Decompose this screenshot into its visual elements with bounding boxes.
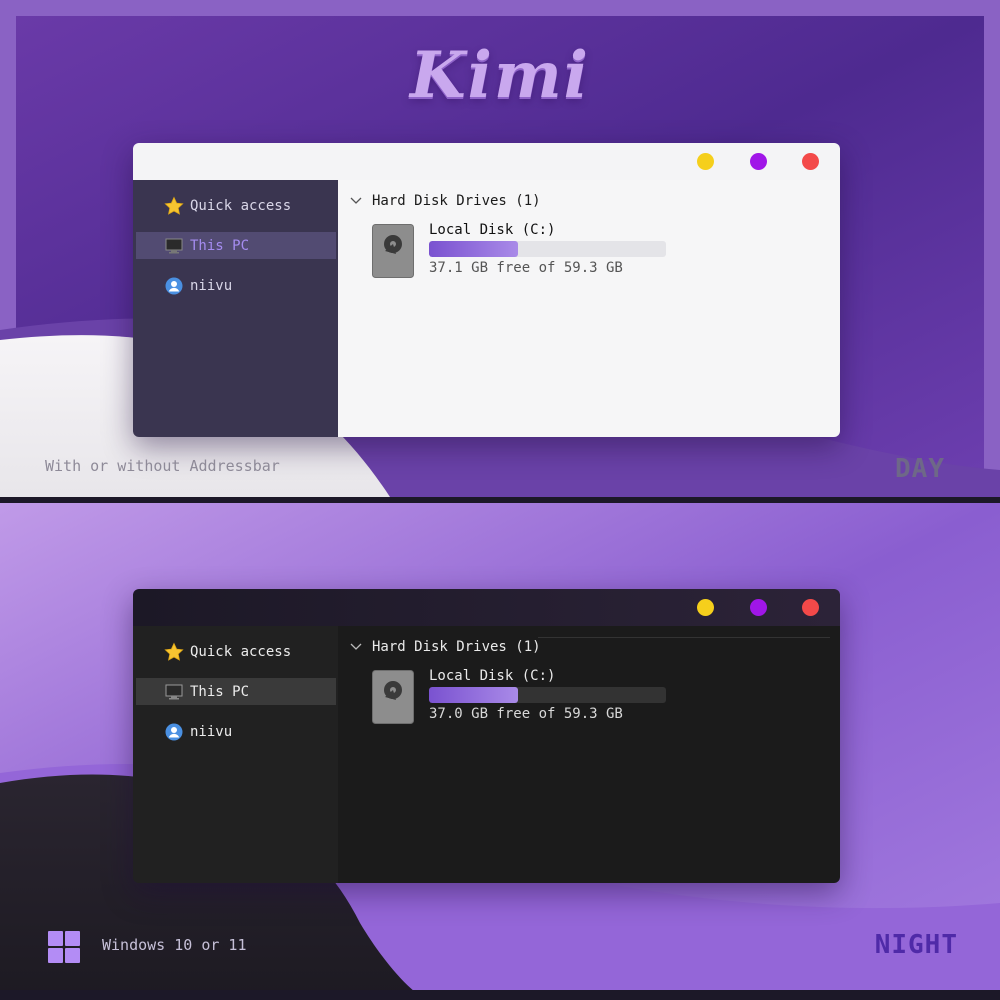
- user-icon: [164, 722, 184, 742]
- group-label: Hard Disk Drives (1): [372, 193, 541, 209]
- sidebar-item-quick-access[interactable]: Quick access: [136, 192, 336, 219]
- group-label: Hard Disk Drives (1): [372, 639, 541, 655]
- drive-name: Local Disk (C:): [429, 668, 556, 684]
- caption-text: With or without Addressbar: [45, 457, 280, 475]
- user-icon: [164, 276, 184, 296]
- night-preview-panel: Quick access This PC niivu Hard Disk Dri…: [0, 503, 1000, 1000]
- navigation-pane: Quick access This PC niivu: [133, 626, 338, 883]
- sidebar-item-label: Quick access: [190, 643, 292, 660]
- minimize-button[interactable]: [697, 153, 714, 170]
- explorer-window-night: Quick access This PC niivu Hard Disk Dri…: [133, 589, 840, 883]
- title-bar[interactable]: [133, 589, 840, 626]
- caption-text: Windows 10 or 11: [102, 936, 247, 954]
- drive-usage-bar: [429, 241, 666, 257]
- sidebar-item-user[interactable]: niivu: [136, 718, 336, 745]
- content-pane: Hard Disk Drives (1) Local Disk (C:) 37.…: [338, 626, 840, 883]
- close-button[interactable]: [802, 599, 819, 616]
- brand-logo-text: Kimi: [410, 38, 590, 113]
- sidebar-item-user[interactable]: niivu: [136, 272, 336, 299]
- drive-free-space: 37.1 GB free of 59.3 GB: [429, 260, 623, 276]
- maximize-button[interactable]: [750, 153, 767, 170]
- drive-name: Local Disk (C:): [429, 222, 556, 238]
- drive-usage-bar: [429, 687, 666, 703]
- chevron-down-icon: [350, 643, 364, 651]
- drive-usage-fill: [429, 241, 518, 257]
- drive-item-local-disk[interactable]: Local Disk (C:) 37.1 GB free of 59.3 GB: [372, 222, 672, 282]
- monitor-icon: [164, 236, 184, 256]
- sidebar-item-label: Quick access: [190, 197, 292, 214]
- close-button[interactable]: [802, 153, 819, 170]
- drive-group-header[interactable]: Hard Disk Drives (1): [350, 636, 830, 658]
- sidebar-item-label: This PC: [190, 237, 250, 254]
- windows-logo-icon: [48, 931, 80, 963]
- explorer-window-day: Quick access This PC niivu Hard Disk Dri…: [133, 143, 840, 437]
- star-icon: [164, 196, 184, 216]
- mode-label-day: DAY: [895, 454, 945, 484]
- content-pane: Hard Disk Drives (1) Local Disk (C:) 37.…: [338, 180, 840, 437]
- navigation-pane: Quick access This PC niivu: [133, 180, 338, 437]
- sidebar-item-label: This PC: [190, 683, 250, 700]
- day-preview-panel: Kimi Quick access This PC niivu Hard Dis…: [0, 0, 1000, 497]
- group-divider-line: [538, 637, 830, 638]
- hard-drive-icon: [372, 670, 414, 724]
- title-bar[interactable]: [133, 143, 840, 180]
- sidebar-item-this-pc[interactable]: This PC: [136, 232, 336, 259]
- sidebar-item-label: niivu: [190, 277, 233, 294]
- drive-item-local-disk[interactable]: Local Disk (C:) 37.0 GB free of 59.3 GB: [372, 668, 672, 728]
- sidebar-item-label: niivu: [190, 723, 233, 740]
- star-icon: [164, 642, 184, 662]
- hard-drive-icon: [372, 224, 414, 278]
- drive-usage-fill: [429, 687, 519, 703]
- sidebar-item-this-pc[interactable]: This PC: [136, 678, 336, 705]
- chevron-down-icon: [350, 197, 364, 205]
- maximize-button[interactable]: [750, 599, 767, 616]
- drive-free-space: 37.0 GB free of 59.3 GB: [429, 706, 623, 722]
- sidebar-item-quick-access[interactable]: Quick access: [136, 638, 336, 665]
- minimize-button[interactable]: [697, 599, 714, 616]
- drive-group-header[interactable]: Hard Disk Drives (1): [350, 190, 830, 212]
- monitor-icon: [164, 682, 184, 702]
- mode-label-night: NIGHT: [874, 930, 958, 960]
